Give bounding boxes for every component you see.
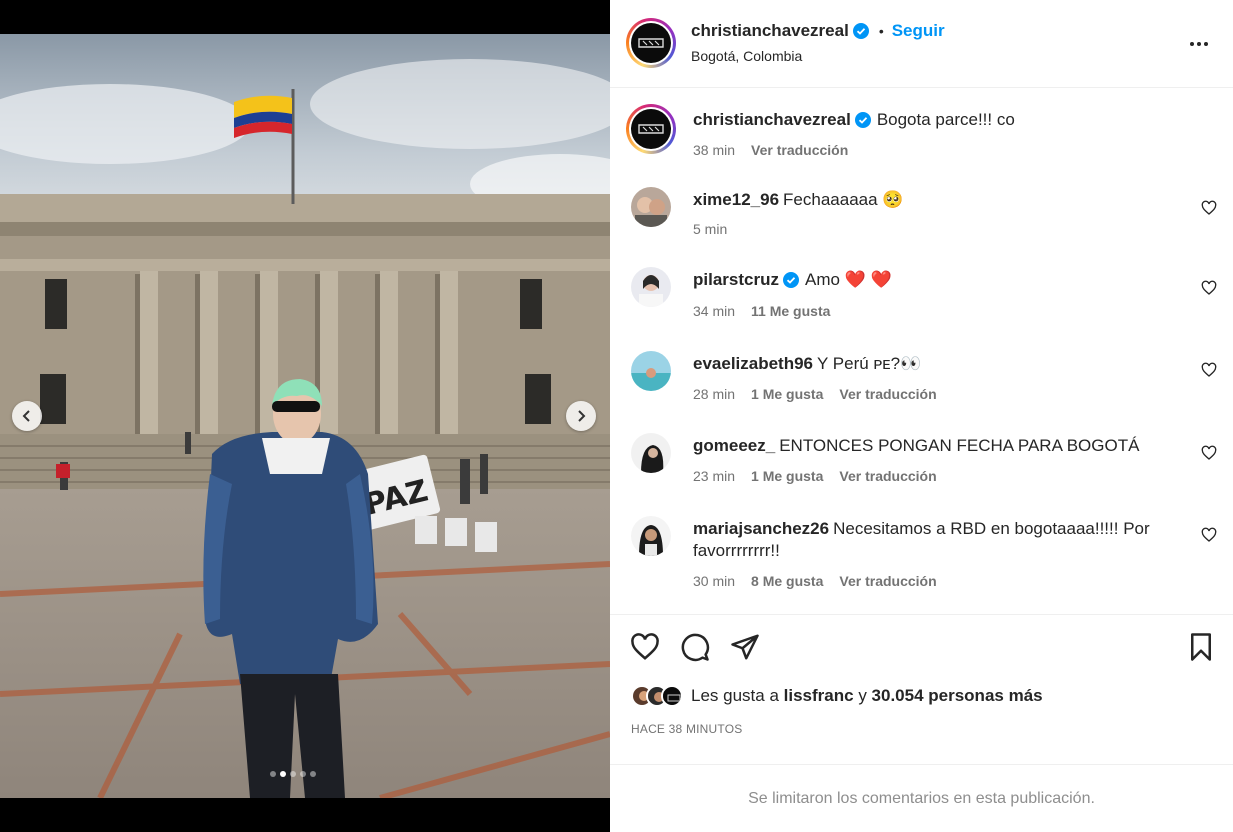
commenter-avatar[interactable] [631,267,671,307]
comment-text: Y Perú ᴘᴇ?👀 [817,354,922,373]
comment-likes[interactable]: 1 Me gusta [751,468,823,484]
carousel-next-button[interactable] [566,401,596,431]
comment-likes[interactable]: 11 Me gusta [751,303,830,319]
heart-icon[interactable] [1201,200,1217,216]
caption-text: Bogota parce!!! co [876,110,1015,129]
comment-text: ENTONCES PONGAN FECHA PARA BOGOTÁ [779,436,1140,455]
comment-body: xime12_96 Fechaaaaaa 🥺 [693,189,1183,211]
comment-body: pilarstcruz Amo ❤️ ❤️ [693,269,1183,291]
follow-button[interactable]: Seguir [892,21,945,41]
carousel-dot [290,771,296,777]
likes-summary: Les gusta a lissfranc y 30.054 personas … [631,685,1043,707]
heart-icon[interactable] [1201,280,1217,296]
caption-avatar[interactable] [626,104,676,154]
verified-icon [782,272,799,288]
verified-icon [852,23,869,39]
comment-username[interactable]: xime12_96 [693,190,779,209]
post-photo[interactable]: PAZ [0,34,610,798]
likers-avatars[interactable] [631,685,683,707]
comment-meta: 28 min 1 Me gusta Ver traducción [693,386,937,402]
comment-text: Fechaaaaaa 🥺 [783,190,904,209]
commenter-avatar[interactable] [631,433,671,473]
carousel-dot [270,771,276,777]
comment-time[interactable]: 5 min [693,221,727,237]
comment-likes[interactable]: 1 Me gusta [751,386,823,402]
commenter-avatar[interactable] [631,516,671,556]
liker-username[interactable]: lissfranc [784,686,854,705]
caption-translate-link[interactable]: Ver traducción [751,142,848,158]
comment-meta: 34 min 11 Me gusta [693,303,830,319]
comment-meta: 23 min 1 Me gusta Ver traducción [693,468,937,484]
caption-time[interactable]: 38 min [693,142,735,158]
likes-others-link[interactable]: 30.054 personas más [872,686,1043,705]
heart-icon[interactable] [1201,527,1217,543]
heart-icon[interactable] [1201,362,1217,378]
post-caption: christianchavezreal Bogota parce!!! co 3… [693,110,1015,158]
likes-prefix: Les gusta a [691,686,779,705]
commenter-avatar[interactable] [631,351,671,391]
more-icon[interactable] [1187,32,1211,56]
post-header: christianchavezreal • Seguir Bogotá, Col… [610,0,1233,88]
caption-username[interactable]: christianchavezreal [693,110,851,130]
comments-limited-notice: Se limitaron los comentarios en esta pub… [610,764,1233,832]
comments-limited-text: Se limitaron los comentarios en esta pub… [748,789,1095,807]
comment-translate-link[interactable]: Ver traducción [839,573,936,589]
comment-icon[interactable] [680,632,710,662]
comment-meta: 30 min 8 Me gusta Ver traducción [693,573,937,589]
carousel-dots [270,771,316,777]
rbd-logo-icon [638,124,664,134]
comment-text: Amo ❤️ ❤️ [804,270,892,289]
post-sidebar: christianchavezreal • Seguir Bogotá, Col… [610,0,1233,832]
comment-body: evaelizabeth96 Y Perú ᴘᴇ?👀 [693,353,1183,375]
comment-username[interactable]: gomeeez_ [693,436,775,455]
comment-time[interactable]: 30 min [693,573,735,589]
carousel-prev-button[interactable] [12,401,42,431]
comment-body: gomeeez_ ENTONCES PONGAN FECHA PARA BOGOT… [693,435,1183,457]
heart-icon[interactable] [1201,445,1217,461]
comment-time[interactable]: 34 min [693,303,735,319]
author-username[interactable]: christianchavezreal [691,21,849,41]
post-location[interactable]: Bogotá, Colombia [691,48,802,64]
media-pane: PAZ [0,0,610,832]
author-avatar[interactable] [626,18,676,68]
comment-body: mariajsanchez26 Necesitamos a RBD en bogo… [693,518,1183,562]
likes-joiner: y [858,686,867,705]
commenter-avatar[interactable] [631,187,671,227]
chevron-right-icon [578,410,586,422]
comment-translate-link[interactable]: Ver traducción [839,468,936,484]
post-modal: PAZ christianchavezreal • Seguir Bogotá,… [0,0,1233,832]
header-user-row: christianchavezreal • Seguir [691,21,945,41]
comment-likes[interactable]: 8 Me gusta [751,573,823,589]
heart-icon[interactable] [630,632,660,662]
comment-meta: 5 min [693,221,727,237]
post-timestamp[interactable]: HACE 38 MINUTOS [631,722,742,736]
comment-time[interactable]: 28 min [693,386,735,402]
likes-text: Les gusta a lissfranc y 30.054 personas … [691,686,1043,706]
comment-translate-link[interactable]: Ver traducción [839,386,936,402]
chevron-left-icon [22,410,30,422]
bookmark-icon[interactable] [1186,632,1216,662]
actions-divider [610,614,1233,615]
carousel-dot [310,771,316,777]
rbd-logo-icon [638,38,664,48]
comment-time[interactable]: 23 min [693,468,735,484]
liker-avatar [661,685,683,707]
comment-username[interactable]: pilarstcruz [693,269,779,291]
share-icon[interactable] [730,632,760,662]
carousel-dot-active [280,771,286,777]
verified-icon [854,112,871,128]
caption-meta: 38 min Ver traducción [693,142,1015,158]
comment-username[interactable]: evaelizabeth96 [693,354,813,373]
comment-username[interactable]: mariajsanchez26 [693,519,829,538]
carousel-dot [300,771,306,777]
separator-dot: • [878,23,884,39]
